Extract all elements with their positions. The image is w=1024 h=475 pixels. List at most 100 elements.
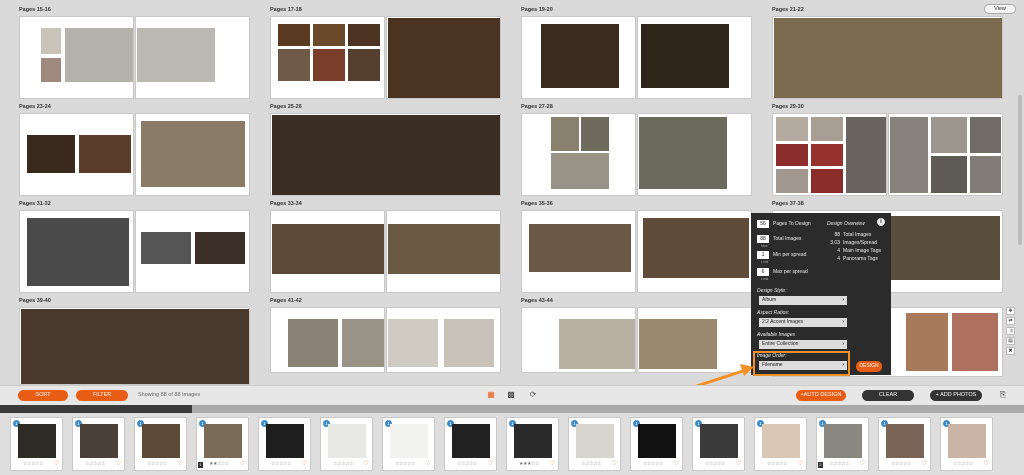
left-page[interactable] bbox=[19, 113, 134, 196]
thumbnail-image[interactable] bbox=[204, 424, 242, 458]
star-rating[interactable]: ☆☆☆☆☆ bbox=[333, 461, 353, 467]
heart-icon[interactable]: ♡ bbox=[798, 460, 803, 467]
image-thumbnail[interactable]: 1 ☆☆☆☆☆ ♡ bbox=[72, 417, 125, 471]
star-rating[interactable]: ☆☆☆☆☆ bbox=[581, 461, 601, 467]
image-thumbnail[interactable]: 1 ☆☆☆☆☆ ♡ bbox=[134, 417, 187, 471]
photo[interactable] bbox=[775, 143, 809, 167]
spread-pages-21-22[interactable]: Pages 21-22 bbox=[772, 7, 1003, 99]
photo[interactable] bbox=[140, 120, 246, 188]
thumbnail-image[interactable] bbox=[824, 424, 862, 458]
image-thumbnail[interactable]: 1 ☆☆☆☆☆ ♡ bbox=[10, 417, 63, 471]
right-page[interactable] bbox=[637, 113, 752, 196]
clear-button[interactable]: CLEAR bbox=[862, 390, 914, 401]
spread-pages-29-30[interactable]: Pages 29-30 bbox=[772, 104, 1003, 196]
star-rating[interactable]: ★★★☆☆ bbox=[519, 461, 539, 467]
auto-design-button[interactable]: +AUTO DESIGN bbox=[796, 390, 846, 401]
workspace-scrollbar[interactable] bbox=[1018, 95, 1022, 245]
photo[interactable] bbox=[951, 312, 999, 372]
thumbnail-image[interactable] bbox=[390, 424, 428, 458]
star-rating[interactable]: ☆☆☆☆☆ bbox=[147, 461, 167, 467]
page-stack-icon[interactable]: ▦ bbox=[486, 390, 496, 400]
star-rating[interactable]: ☆☆☆☆☆ bbox=[271, 461, 291, 467]
photo[interactable] bbox=[810, 168, 844, 194]
photo[interactable] bbox=[26, 134, 76, 174]
photo[interactable] bbox=[905, 312, 949, 372]
star-rating[interactable]: ☆☆☆☆☆ bbox=[891, 461, 911, 467]
photo[interactable] bbox=[277, 48, 311, 82]
design-button[interactable]: DESIGN bbox=[856, 361, 882, 372]
thumbnail-image[interactable] bbox=[80, 424, 118, 458]
checker-icon[interactable]: ▩ bbox=[506, 390, 516, 400]
heart-icon[interactable]: ♡ bbox=[302, 460, 307, 467]
star-rating[interactable]: ☆☆☆☆☆ bbox=[829, 461, 849, 467]
heart-icon[interactable]: ♡ bbox=[736, 460, 741, 467]
photo[interactable] bbox=[528, 223, 632, 273]
spread-pages-33-34[interactable]: Pages 33-34 bbox=[270, 201, 501, 293]
thumbnail-image[interactable] bbox=[452, 424, 490, 458]
sort-button[interactable]: SORT bbox=[18, 390, 68, 401]
photo[interactable] bbox=[540, 23, 620, 89]
photo[interactable] bbox=[443, 318, 495, 368]
max-per-spread-input[interactable]: 6 bbox=[757, 268, 769, 276]
right-page[interactable] bbox=[386, 210, 501, 293]
spread-pages-31-32[interactable]: Pages 31-32 bbox=[19, 201, 250, 293]
photo[interactable] bbox=[271, 223, 384, 275]
thumbnail-image[interactable] bbox=[328, 424, 366, 458]
heart-icon[interactable]: ♡ bbox=[178, 460, 183, 467]
right-page[interactable] bbox=[135, 113, 250, 196]
swap-icon[interactable]: ⇄ bbox=[1006, 317, 1015, 325]
photo[interactable] bbox=[387, 223, 500, 275]
delete-icon[interactable]: ✖ bbox=[1006, 347, 1015, 355]
photo[interactable] bbox=[26, 217, 130, 287]
pages-to-design-input[interactable]: 56 bbox=[757, 220, 769, 228]
shuffle-icon[interactable]: ⤨ bbox=[1006, 327, 1015, 335]
image-thumbnail[interactable]: 1 ☆☆☆☆☆ ♡ bbox=[382, 417, 435, 471]
photo[interactable] bbox=[312, 48, 346, 82]
right-page[interactable] bbox=[637, 16, 752, 99]
image-thumbnail[interactable]: 1 ☆☆☆☆☆ ♡ bbox=[940, 417, 993, 471]
image-thumbnail[interactable]: 1 ☆☆☆☆☆ ♡ bbox=[754, 417, 807, 471]
left-page[interactable] bbox=[270, 210, 385, 293]
thumbnail-image[interactable] bbox=[638, 424, 676, 458]
star-rating[interactable]: ☆☆☆☆☆ bbox=[643, 461, 663, 467]
photo[interactable] bbox=[341, 318, 384, 368]
photo[interactable] bbox=[78, 134, 132, 174]
photo[interactable] bbox=[930, 155, 968, 194]
spread-pages-15-16[interactable]: Pages 15-16 bbox=[19, 7, 250, 99]
heart-icon[interactable]: ♡ bbox=[922, 460, 927, 467]
photo[interactable] bbox=[638, 116, 728, 190]
spread-pages-25-26[interactable]: Pages 25-26 bbox=[270, 104, 501, 196]
right-page[interactable] bbox=[135, 16, 250, 99]
photo[interactable] bbox=[775, 116, 809, 142]
move-icon[interactable]: ✥ bbox=[1006, 307, 1015, 315]
photo[interactable] bbox=[550, 152, 610, 190]
thumbnail-image[interactable] bbox=[266, 424, 304, 458]
photo[interactable] bbox=[969, 116, 1002, 154]
photo[interactable] bbox=[140, 231, 192, 265]
star-rating[interactable]: ☆☆☆☆☆ bbox=[705, 461, 725, 467]
left-page[interactable] bbox=[19, 16, 134, 99]
refresh-icon[interactable]: ⟳ bbox=[528, 390, 538, 400]
photo[interactable] bbox=[810, 116, 844, 142]
design-style-select[interactable]: Album bbox=[759, 296, 847, 305]
photo[interactable] bbox=[312, 23, 346, 47]
image-thumbnail[interactable]: 1 ☆☆☆☆☆ ♡ bbox=[878, 417, 931, 471]
spread-pages-35-36[interactable]: Pages 35-36 bbox=[521, 201, 752, 293]
star-rating[interactable]: ☆☆☆☆☆ bbox=[767, 461, 787, 467]
available-images-select[interactable]: Entire Collection bbox=[759, 340, 847, 349]
photo[interactable] bbox=[642, 217, 750, 279]
thumbnail-image[interactable] bbox=[762, 424, 800, 458]
image-thumbnail[interactable]: 1 ☆☆☆☆☆ ♡ bbox=[568, 417, 621, 471]
heart-icon[interactable]: ♡ bbox=[54, 460, 59, 467]
photo[interactable] bbox=[347, 23, 381, 47]
photo[interactable] bbox=[580, 116, 610, 152]
photo[interactable] bbox=[387, 318, 439, 368]
right-page[interactable] bbox=[888, 113, 1003, 196]
spread-pages-17-18[interactable]: Pages 17-18 bbox=[270, 7, 501, 99]
photo[interactable] bbox=[287, 318, 339, 368]
thumbnail-image[interactable] bbox=[700, 424, 738, 458]
image-thumbnail[interactable]: 1 ☆☆☆☆☆ ♡ bbox=[630, 417, 683, 471]
image-thumbnail[interactable]: 1 2 ☆☆☆☆☆ ♡ bbox=[816, 417, 869, 471]
photo[interactable] bbox=[136, 27, 216, 83]
panorama-page[interactable] bbox=[772, 16, 1003, 99]
